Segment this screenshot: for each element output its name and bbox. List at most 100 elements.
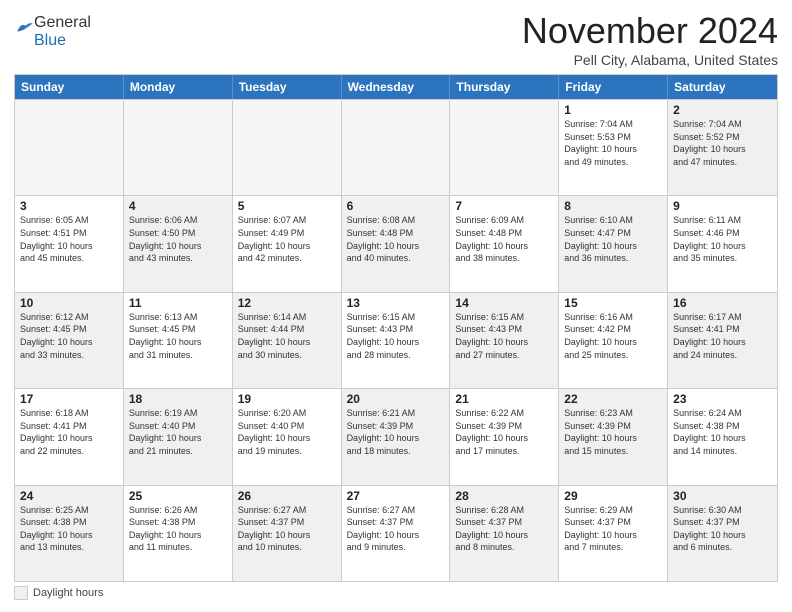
calendar-cell: 15Sunrise: 6:16 AM Sunset: 4:42 PM Dayli… xyxy=(559,293,668,388)
day-info: Sunrise: 6:15 AM Sunset: 4:43 PM Dayligh… xyxy=(455,311,553,361)
calendar-cell: 25Sunrise: 6:26 AM Sunset: 4:38 PM Dayli… xyxy=(124,486,233,581)
calendar-cell xyxy=(450,100,559,195)
calendar-cell: 30Sunrise: 6:30 AM Sunset: 4:37 PM Dayli… xyxy=(668,486,777,581)
calendar-cell: 11Sunrise: 6:13 AM Sunset: 4:45 PM Dayli… xyxy=(124,293,233,388)
calendar-cell: 26Sunrise: 6:27 AM Sunset: 4:37 PM Dayli… xyxy=(233,486,342,581)
calendar-cell: 29Sunrise: 6:29 AM Sunset: 4:37 PM Dayli… xyxy=(559,486,668,581)
day-number: 28 xyxy=(455,489,553,503)
calendar-cell: 27Sunrise: 6:27 AM Sunset: 4:37 PM Dayli… xyxy=(342,486,451,581)
calendar-row: 17Sunrise: 6:18 AM Sunset: 4:41 PM Dayli… xyxy=(15,388,777,484)
day-number: 15 xyxy=(564,296,662,310)
day-number: 11 xyxy=(129,296,227,310)
day-number: 10 xyxy=(20,296,118,310)
day-number: 27 xyxy=(347,489,445,503)
location: Pell City, Alabama, United States xyxy=(522,52,778,68)
calendar-cell: 10Sunrise: 6:12 AM Sunset: 4:45 PM Dayli… xyxy=(15,293,124,388)
calendar-cell: 4Sunrise: 6:06 AM Sunset: 4:50 PM Daylig… xyxy=(124,196,233,291)
calendar-cell: 14Sunrise: 6:15 AM Sunset: 4:43 PM Dayli… xyxy=(450,293,559,388)
calendar-row: 3Sunrise: 6:05 AM Sunset: 4:51 PM Daylig… xyxy=(15,195,777,291)
day-info: Sunrise: 6:05 AM Sunset: 4:51 PM Dayligh… xyxy=(20,214,118,264)
legend-label: Daylight hours xyxy=(33,587,103,599)
day-info: Sunrise: 6:07 AM Sunset: 4:49 PM Dayligh… xyxy=(238,214,336,264)
day-info: Sunrise: 6:21 AM Sunset: 4:39 PM Dayligh… xyxy=(347,407,445,457)
day-number: 9 xyxy=(673,199,772,213)
page: General Blue November 2024 Pell City, Al… xyxy=(0,0,792,612)
day-info: Sunrise: 6:27 AM Sunset: 4:37 PM Dayligh… xyxy=(347,504,445,554)
day-info: Sunrise: 6:15 AM Sunset: 4:43 PM Dayligh… xyxy=(347,311,445,361)
calendar-cell: 3Sunrise: 6:05 AM Sunset: 4:51 PM Daylig… xyxy=(15,196,124,291)
logo: General Blue xyxy=(14,14,91,49)
day-info: Sunrise: 6:30 AM Sunset: 4:37 PM Dayligh… xyxy=(673,504,772,554)
calendar-cell: 21Sunrise: 6:22 AM Sunset: 4:39 PM Dayli… xyxy=(450,389,559,484)
day-number: 19 xyxy=(238,392,336,406)
legend: Daylight hours xyxy=(14,582,778,602)
day-info: Sunrise: 6:09 AM Sunset: 4:48 PM Dayligh… xyxy=(455,214,553,264)
calendar-cell: 6Sunrise: 6:08 AM Sunset: 4:48 PM Daylig… xyxy=(342,196,451,291)
day-number: 24 xyxy=(20,489,118,503)
calendar-cell: 18Sunrise: 6:19 AM Sunset: 4:40 PM Dayli… xyxy=(124,389,233,484)
calendar-header-cell: Monday xyxy=(124,75,233,99)
day-number: 20 xyxy=(347,392,445,406)
day-info: Sunrise: 6:17 AM Sunset: 4:41 PM Dayligh… xyxy=(673,311,772,361)
calendar-cell: 13Sunrise: 6:15 AM Sunset: 4:43 PM Dayli… xyxy=(342,293,451,388)
calendar-cell: 22Sunrise: 6:23 AM Sunset: 4:39 PM Dayli… xyxy=(559,389,668,484)
day-info: Sunrise: 6:12 AM Sunset: 4:45 PM Dayligh… xyxy=(20,311,118,361)
calendar-cell: 24Sunrise: 6:25 AM Sunset: 4:38 PM Dayli… xyxy=(15,486,124,581)
day-number: 2 xyxy=(673,103,772,117)
title-section: November 2024 Pell City, Alabama, United… xyxy=(522,10,778,68)
calendar-cell xyxy=(342,100,451,195)
calendar-cell: 8Sunrise: 6:10 AM Sunset: 4:47 PM Daylig… xyxy=(559,196,668,291)
day-number: 7 xyxy=(455,199,553,213)
day-number: 29 xyxy=(564,489,662,503)
calendar-header: SundayMondayTuesdayWednesdayThursdayFrid… xyxy=(15,75,777,99)
day-number: 3 xyxy=(20,199,118,213)
day-number: 5 xyxy=(238,199,336,213)
calendar-header-cell: Thursday xyxy=(450,75,559,99)
day-number: 26 xyxy=(238,489,336,503)
day-number: 6 xyxy=(347,199,445,213)
day-info: Sunrise: 6:23 AM Sunset: 4:39 PM Dayligh… xyxy=(564,407,662,457)
calendar-cell: 7Sunrise: 6:09 AM Sunset: 4:48 PM Daylig… xyxy=(450,196,559,291)
calendar-cell: 9Sunrise: 6:11 AM Sunset: 4:46 PM Daylig… xyxy=(668,196,777,291)
day-info: Sunrise: 6:22 AM Sunset: 4:39 PM Dayligh… xyxy=(455,407,553,457)
day-info: Sunrise: 6:14 AM Sunset: 4:44 PM Dayligh… xyxy=(238,311,336,361)
calendar-row: 24Sunrise: 6:25 AM Sunset: 4:38 PM Dayli… xyxy=(15,485,777,581)
day-info: Sunrise: 6:11 AM Sunset: 4:46 PM Dayligh… xyxy=(673,214,772,264)
day-number: 21 xyxy=(455,392,553,406)
calendar-header-cell: Saturday xyxy=(668,75,777,99)
day-info: Sunrise: 6:13 AM Sunset: 4:45 PM Dayligh… xyxy=(129,311,227,361)
day-number: 12 xyxy=(238,296,336,310)
day-info: Sunrise: 6:27 AM Sunset: 4:37 PM Dayligh… xyxy=(238,504,336,554)
calendar-cell: 17Sunrise: 6:18 AM Sunset: 4:41 PM Dayli… xyxy=(15,389,124,484)
day-info: Sunrise: 6:26 AM Sunset: 4:38 PM Dayligh… xyxy=(129,504,227,554)
legend-box xyxy=(14,586,28,600)
day-number: 17 xyxy=(20,392,118,406)
day-number: 1 xyxy=(564,103,662,117)
day-info: Sunrise: 6:06 AM Sunset: 4:50 PM Dayligh… xyxy=(129,214,227,264)
day-info: Sunrise: 6:25 AM Sunset: 4:38 PM Dayligh… xyxy=(20,504,118,554)
day-info: Sunrise: 6:24 AM Sunset: 4:38 PM Dayligh… xyxy=(673,407,772,457)
calendar-header-cell: Friday xyxy=(559,75,668,99)
month-title: November 2024 xyxy=(522,10,778,52)
calendar-cell xyxy=(15,100,124,195)
day-info: Sunrise: 6:28 AM Sunset: 4:37 PM Dayligh… xyxy=(455,504,553,554)
calendar-body: 1Sunrise: 7:04 AM Sunset: 5:53 PM Daylig… xyxy=(15,99,777,581)
logo-blue-text: Blue xyxy=(34,32,66,49)
day-number: 30 xyxy=(673,489,772,503)
calendar-cell: 28Sunrise: 6:28 AM Sunset: 4:37 PM Dayli… xyxy=(450,486,559,581)
day-number: 4 xyxy=(129,199,227,213)
calendar-header-cell: Sunday xyxy=(15,75,124,99)
day-number: 8 xyxy=(564,199,662,213)
day-number: 13 xyxy=(347,296,445,310)
calendar-cell xyxy=(124,100,233,195)
calendar-cell: 12Sunrise: 6:14 AM Sunset: 4:44 PM Dayli… xyxy=(233,293,342,388)
calendar-row: 10Sunrise: 6:12 AM Sunset: 4:45 PM Dayli… xyxy=(15,292,777,388)
calendar-cell: 19Sunrise: 6:20 AM Sunset: 4:40 PM Dayli… xyxy=(233,389,342,484)
logo-bird-icon xyxy=(16,18,34,36)
calendar-cell: 1Sunrise: 7:04 AM Sunset: 5:53 PM Daylig… xyxy=(559,100,668,195)
day-number: 23 xyxy=(673,392,772,406)
calendar-header-cell: Wednesday xyxy=(342,75,451,99)
day-number: 16 xyxy=(673,296,772,310)
day-info: Sunrise: 6:18 AM Sunset: 4:41 PM Dayligh… xyxy=(20,407,118,457)
calendar-cell: 23Sunrise: 6:24 AM Sunset: 4:38 PM Dayli… xyxy=(668,389,777,484)
